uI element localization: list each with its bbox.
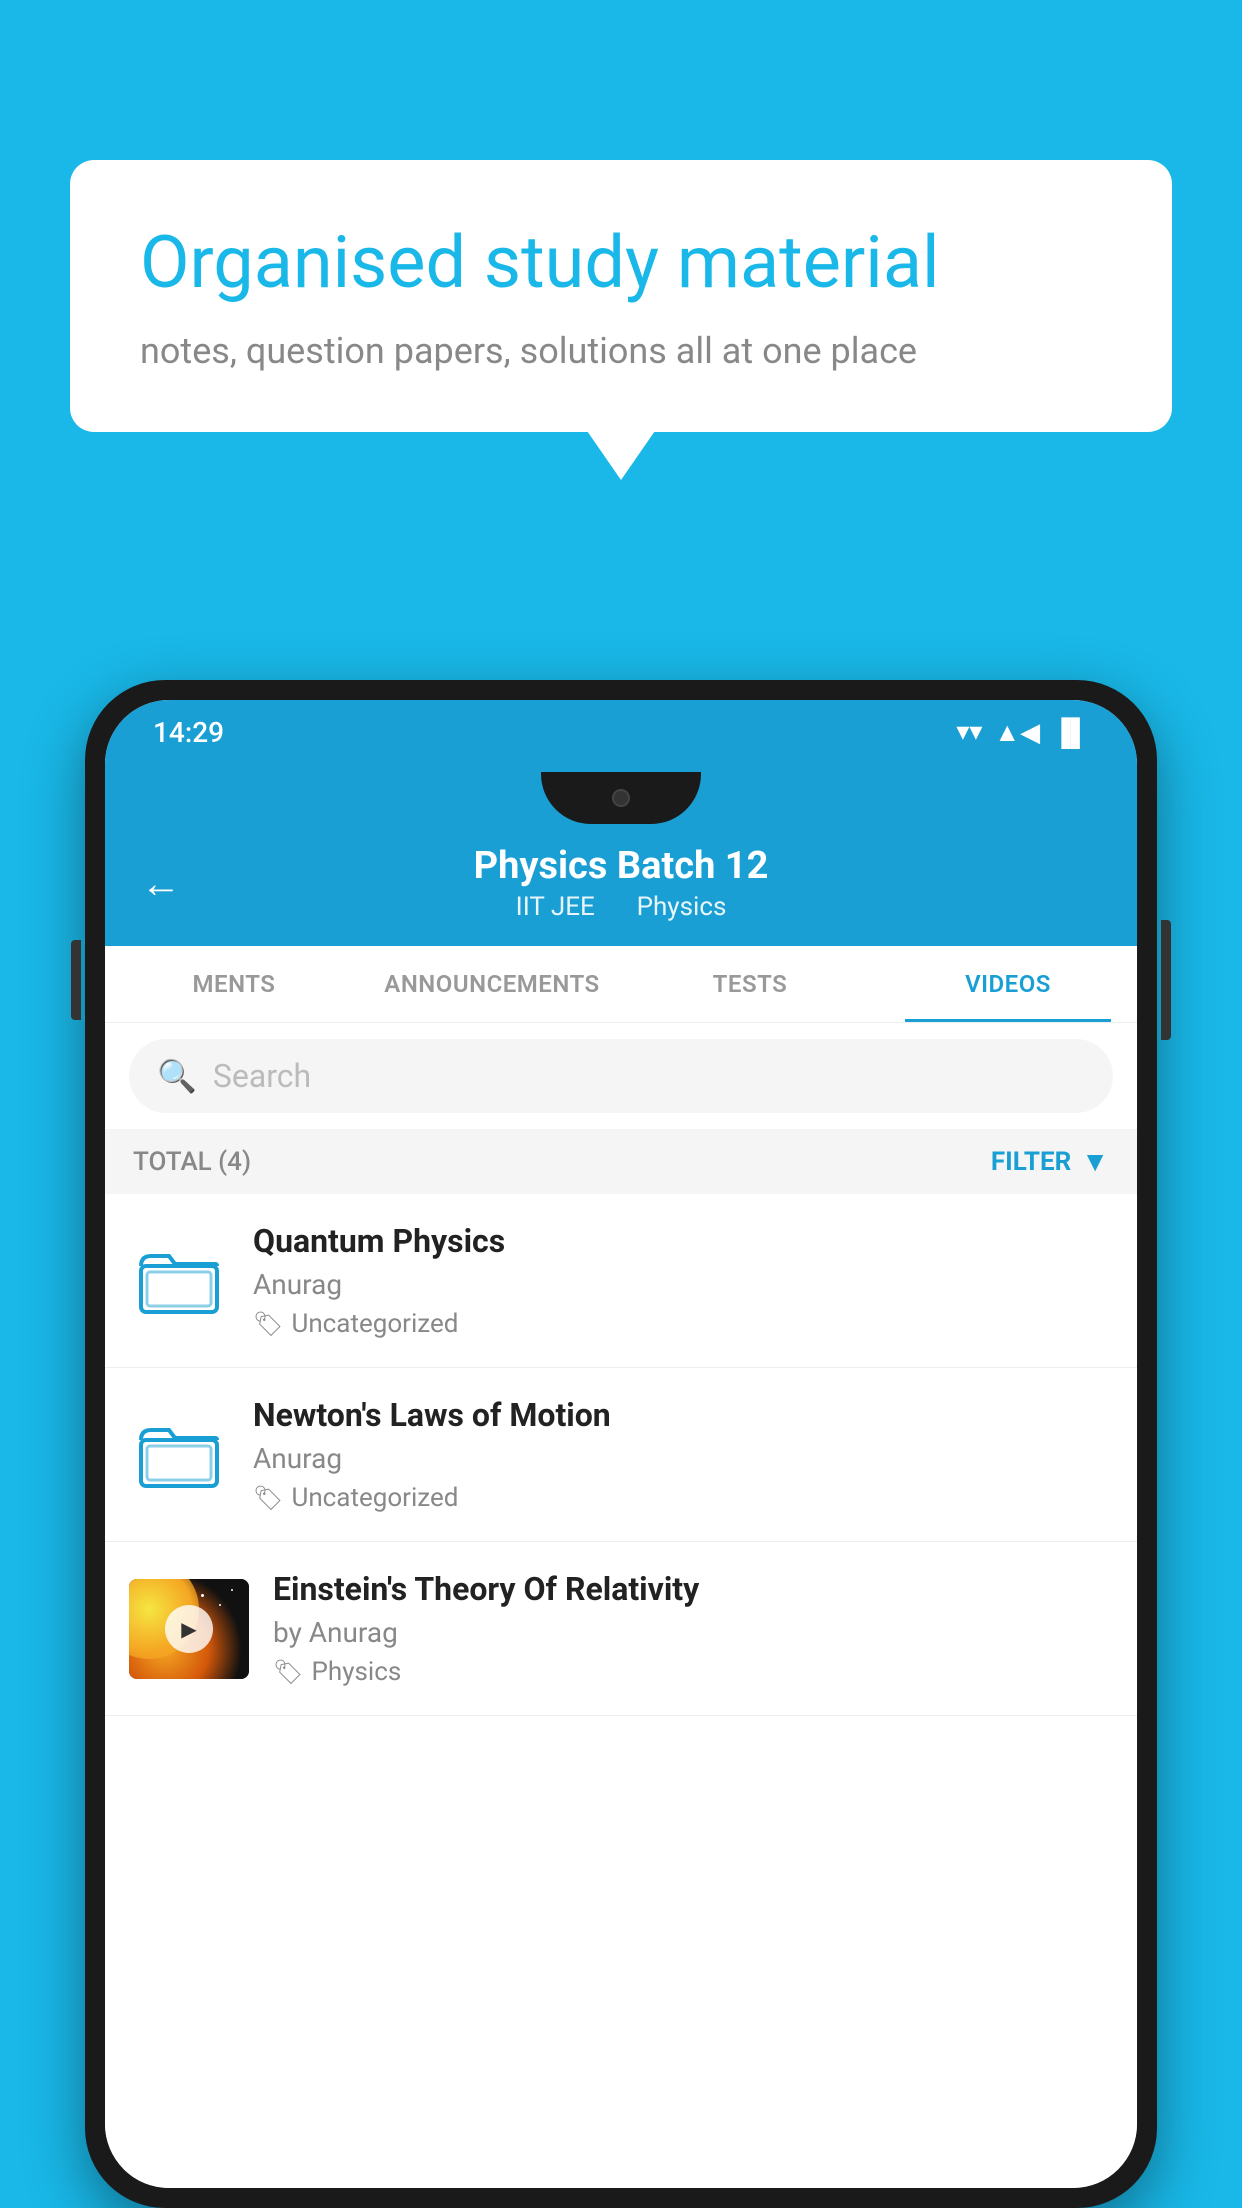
bubble-subtitle: notes, question papers, solutions all at… (140, 330, 1102, 372)
folder-svg (139, 1420, 219, 1490)
filter-label: FILTER (991, 1147, 1071, 1177)
camera (612, 789, 630, 807)
search-box[interactable]: 🔍 Search (129, 1039, 1113, 1113)
tab-tests[interactable]: TESTS (621, 946, 879, 1022)
tag-label: Uncategorized (291, 1483, 458, 1513)
search-placeholder: Search (213, 1057, 311, 1095)
back-button[interactable]: ← (141, 860, 181, 907)
item-title: Einstein's Theory Of Relativity (273, 1570, 1113, 1608)
filter-icon: ▼ (1081, 1145, 1109, 1178)
tag-label: Uncategorized (291, 1309, 458, 1339)
status-icons: ▾▾ ▲◀ ▐▌ (956, 717, 1089, 748)
content-list: Quantum Physics Anurag 🏷 Uncategorized (105, 1194, 1137, 2188)
notch (541, 772, 701, 824)
speech-bubble-section: Organised study material notes, question… (70, 160, 1172, 432)
folder-icon (129, 1410, 229, 1500)
notch-area (105, 764, 1137, 824)
header-title: Physics Batch 12 (474, 844, 769, 888)
item-tag: 🏷 Uncategorized (253, 1309, 1113, 1339)
header-subtitle-physics: Physics (637, 892, 727, 922)
header-subtitle-iit: IIT JEE (516, 892, 595, 922)
phone-container: 14:29 ▾▾ ▲◀ ▐▌ ← Physics Batch 12 (85, 680, 1157, 2208)
phone-screen: 14:29 ▾▾ ▲◀ ▐▌ ← Physics Batch 12 (105, 700, 1137, 2188)
list-item[interactable]: Quantum Physics Anurag 🏷 Uncategorized (105, 1194, 1137, 1368)
tag-icon: 🏷 (253, 1484, 283, 1512)
app-header: ← Physics Batch 12 IIT JEE Physics (105, 824, 1137, 946)
bubble-title: Organised study material (140, 220, 1102, 306)
phone-outer: 14:29 ▾▾ ▲◀ ▐▌ ← Physics Batch 12 (85, 680, 1157, 2208)
item-author: by Anurag (273, 1616, 1113, 1649)
item-author: Anurag (253, 1442, 1113, 1475)
list-item[interactable]: ▶ Einstein's Theory Of Relativity by Anu… (105, 1542, 1137, 1716)
item-info: Newton's Laws of Motion Anurag 🏷 Uncateg… (253, 1396, 1113, 1513)
item-tag: 🏷 Uncategorized (253, 1483, 1113, 1513)
video-thumbnail: ▶ (129, 1579, 249, 1679)
item-info: Einstein's Theory Of Relativity by Anura… (273, 1570, 1113, 1687)
folder-svg (139, 1246, 219, 1316)
signal-icon: ▲◀ (994, 717, 1040, 748)
header-title-block: Physics Batch 12 IIT JEE Physics (474, 844, 769, 922)
tag-label: Physics (311, 1657, 401, 1687)
status-time: 14:29 (153, 716, 224, 749)
search-icon: 🔍 (157, 1057, 197, 1095)
status-bar: 14:29 ▾▾ ▲◀ ▐▌ (105, 700, 1137, 764)
filter-button[interactable]: FILTER ▼ (991, 1145, 1109, 1178)
search-container: 🔍 Search (105, 1023, 1137, 1129)
item-tag: 🏷 Physics (273, 1657, 1113, 1687)
header-subtitle: IIT JEE Physics (474, 892, 769, 922)
item-title: Quantum Physics (253, 1222, 1113, 1260)
folder-icon (129, 1236, 229, 1326)
item-info: Quantum Physics Anurag 🏷 Uncategorized (253, 1222, 1113, 1339)
wifi-icon: ▾▾ (956, 717, 982, 747)
tab-announcements[interactable]: ANNOUNCEMENTS (363, 946, 621, 1022)
item-author: Anurag (253, 1268, 1113, 1301)
speech-bubble: Organised study material notes, question… (70, 160, 1172, 432)
total-count: TOTAL (4) (133, 1147, 251, 1177)
tab-videos[interactable]: VIDEOS (879, 946, 1137, 1022)
item-title: Newton's Laws of Motion (253, 1396, 1113, 1434)
tabs-bar: MENTS ANNOUNCEMENTS TESTS VIDEOS (105, 946, 1137, 1023)
tab-ments[interactable]: MENTS (105, 946, 363, 1022)
filter-bar: TOTAL (4) FILTER ▼ (105, 1129, 1137, 1194)
tag-icon: 🏷 (253, 1310, 283, 1338)
play-button[interactable]: ▶ (165, 1605, 213, 1653)
list-item[interactable]: Newton's Laws of Motion Anurag 🏷 Uncateg… (105, 1368, 1137, 1542)
battery-icon: ▐▌ (1052, 717, 1089, 748)
tag-icon: 🏷 (273, 1658, 303, 1686)
